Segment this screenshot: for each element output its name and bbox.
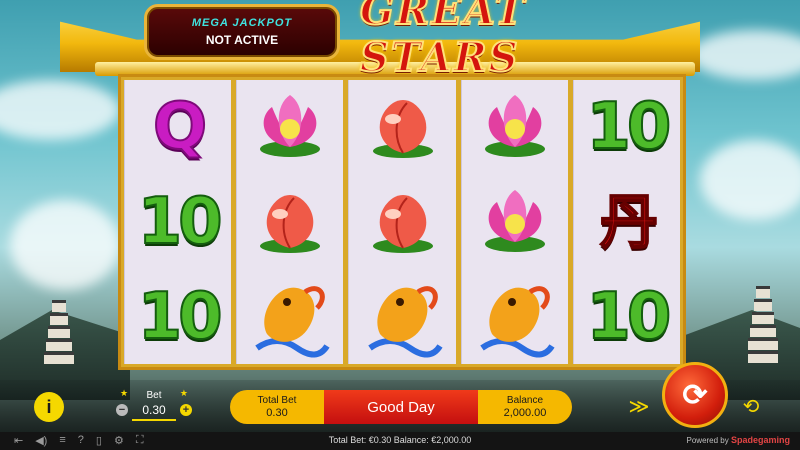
info-button[interactable]: i bbox=[34, 392, 64, 422]
spin-button[interactable]: ⟳ bbox=[662, 362, 728, 428]
powered-by-label: Powered by bbox=[686, 436, 729, 445]
bet-increase-button[interactable]: + bbox=[180, 404, 192, 416]
status-message: Good Day bbox=[324, 390, 478, 424]
cloud bbox=[10, 200, 120, 290]
balance-label: Balance bbox=[506, 395, 544, 406]
symbol-koi-icon bbox=[351, 270, 455, 364]
jackpot-status: NOT ACTIVE bbox=[205, 33, 279, 47]
total-bet-label: Total Bet bbox=[257, 395, 297, 406]
symbol-dan: 丹 bbox=[599, 187, 659, 256]
balance-display: Balance 2,000.00 bbox=[478, 390, 572, 424]
symbol-q: Q bbox=[152, 90, 208, 165]
reel-3 bbox=[348, 80, 456, 364]
symbol-lotus-icon bbox=[463, 175, 567, 269]
turbo-spin-icon[interactable]: ≫ bbox=[626, 394, 652, 420]
cloud bbox=[700, 140, 800, 220]
symbol-10: 10 bbox=[137, 184, 224, 259]
cloud bbox=[0, 80, 120, 140]
pagoda bbox=[748, 286, 778, 364]
brand-name: Spadegaming bbox=[730, 435, 790, 445]
symbol-lotus-icon bbox=[463, 80, 567, 174]
symbol-koi-icon bbox=[463, 270, 567, 364]
footer-bar: ⇤ ◀) ≡ ? ▯ ⚙ ⛶ Total Bet: €0.30 Balance:… bbox=[0, 432, 800, 450]
reel-2 bbox=[236, 80, 344, 364]
cloud bbox=[690, 30, 800, 80]
symbol-peach-icon bbox=[238, 175, 342, 269]
symbol-10: 10 bbox=[137, 279, 224, 354]
reel-1: Q 10 10 bbox=[124, 80, 232, 364]
symbol-10: 10 bbox=[585, 279, 672, 354]
balance-value: 2,000.00 bbox=[503, 407, 547, 419]
bet-underline bbox=[132, 419, 176, 421]
total-bet-display: Total Bet 0.30 bbox=[230, 390, 324, 424]
symbol-peach-icon bbox=[351, 80, 455, 174]
mega-jackpot-panel: MEGA JACKPOT NOT ACTIVE bbox=[144, 4, 340, 60]
game-logo: GREAT STARS bbox=[359, 0, 527, 82]
bet-selector: ★ ★ Bet − 0.30 + bbox=[112, 388, 196, 424]
footer-summary: Total Bet: €0.30 Balance: €2,000.00 bbox=[328, 435, 472, 445]
symbol-lotus-icon bbox=[238, 80, 342, 174]
bet-label: Bet bbox=[146, 390, 162, 401]
symbol-10: 10 bbox=[585, 90, 672, 165]
symbol-peach-icon bbox=[351, 175, 455, 269]
jackpot-title: MEGA JACKPOT bbox=[191, 17, 293, 29]
reel-4 bbox=[460, 80, 568, 364]
brand: Powered by Spadegaming bbox=[687, 435, 791, 445]
reel-5: 10 丹 10 bbox=[572, 80, 681, 364]
pagoda bbox=[44, 300, 74, 365]
status-panel: Total Bet 0.30 Good Day Balance 2,000.00 bbox=[230, 390, 572, 424]
symbol-koi-icon bbox=[238, 270, 342, 364]
info-icon: i bbox=[46, 396, 52, 417]
reel-grid: Q 10 10 10 丹 10 bbox=[118, 74, 686, 370]
autoplay-icon[interactable]: ⟲ bbox=[738, 394, 764, 420]
total-bet-value: 0.30 bbox=[266, 407, 288, 419]
spin-arrows-icon: ⟳ bbox=[682, 378, 708, 412]
